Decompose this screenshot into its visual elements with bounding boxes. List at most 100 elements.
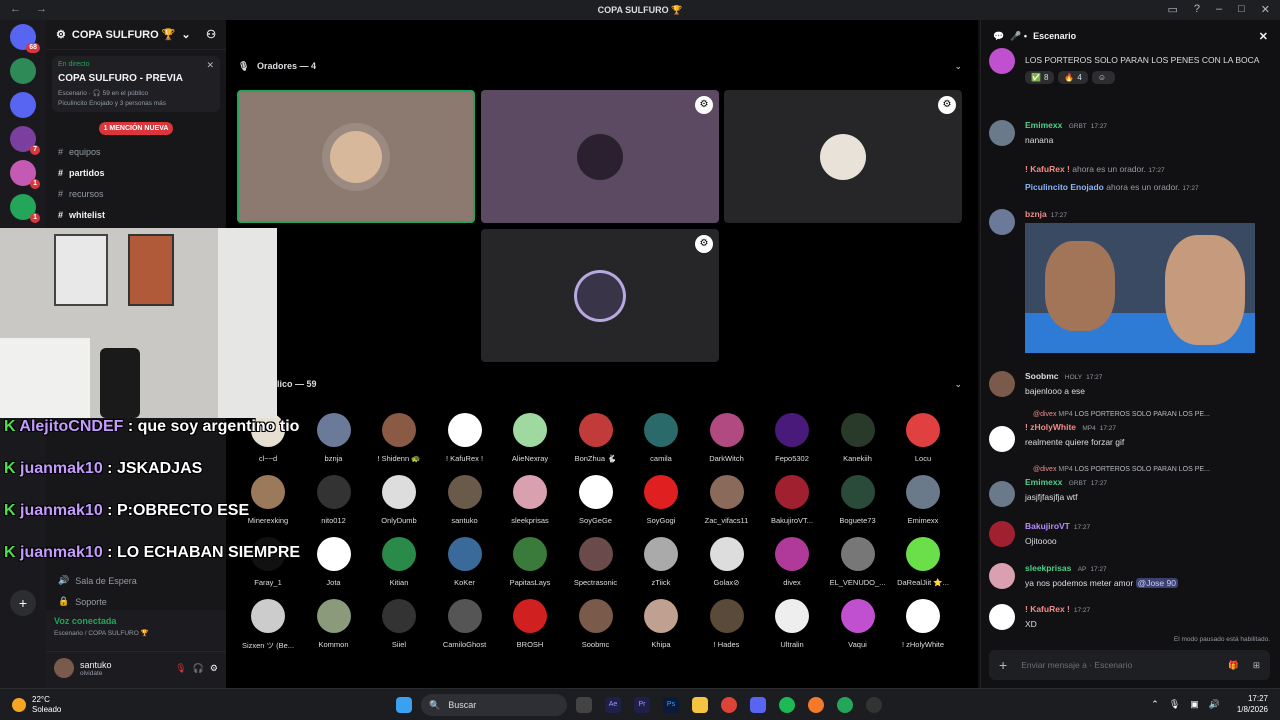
audience-member[interactable]: Kommon [302, 599, 366, 649]
close-icon[interactable]: ✕ [206, 60, 214, 71]
speaker-tile[interactable]: ⚙ [724, 90, 962, 223]
speaker-tile[interactable]: ⚙ [481, 90, 719, 223]
minimize-icon[interactable]: – [1216, 3, 1222, 16]
current-user[interactable]: santuko olvidate 🎙 🎧 ⚙ [46, 652, 226, 684]
audience-member[interactable]: Zac_vifacs11 [695, 475, 759, 525]
headphones-icon[interactable]: 🎧 [193, 663, 204, 674]
add-server-icon[interactable]: + [10, 590, 36, 616]
audience-member[interactable]: ! KafuRex ! [433, 413, 497, 463]
audience-member[interactable]: ! zHolyWhite [891, 599, 955, 649]
audience-member[interactable]: DarkWitch [695, 413, 759, 463]
audience-member[interactable]: PapitasLays [498, 537, 562, 587]
audience-member[interactable]: zTiick [629, 537, 693, 587]
channel-item[interactable]: # whitelist [46, 204, 226, 225]
audience-member[interactable]: Kitian [367, 537, 431, 587]
message-input[interactable]: + Enviar mensaje a · Escenario 🎁 ⊞ [989, 650, 1270, 680]
reaction-chip[interactable]: ☺ [1091, 71, 1116, 84]
audience-member[interactable]: Boguete73 [826, 475, 890, 525]
windows-start-icon[interactable] [396, 697, 412, 713]
taskbar-search[interactable]: 🔍 Buscar [421, 694, 567, 716]
network-icon[interactable]: ▣ [1190, 699, 1199, 710]
username[interactable]: Emimexx [1025, 120, 1062, 130]
audience-member[interactable]: DaRealJiit ⭐... [891, 537, 955, 587]
channel-support[interactable]: 🔒 Soporte [46, 591, 226, 612]
audience-member[interactable]: Soobmc [564, 599, 628, 649]
audience-member[interactable]: Jota [302, 537, 366, 587]
audience-member[interactable]: Golax⊘ [695, 537, 759, 587]
live-event-card[interactable]: En directo ✕ COPA SULFURO - PREVIA Escen… [52, 56, 220, 112]
file-explorer-icon[interactable] [692, 697, 708, 713]
audience-member[interactable]: Vaqui [826, 599, 890, 649]
reaction-chip[interactable]: ✅ 8 [1025, 71, 1055, 84]
obs-icon[interactable] [866, 697, 882, 713]
audience-member[interactable]: Kanekiih [826, 413, 890, 463]
chrome-icon[interactable] [721, 697, 737, 713]
audience-member[interactable]: Spectrasonic [564, 537, 628, 587]
premiere-icon[interactable]: Pr [634, 697, 650, 713]
discord-icon[interactable] [750, 697, 766, 713]
audience-member[interactable]: Locu [891, 413, 955, 463]
reaction-chip[interactable]: 🔥 4 [1058, 71, 1088, 84]
reply-reference[interactable]: @divex MP4 LOS PORTEROS SOLO PARAN LOS P… [1033, 411, 1270, 418]
mic-icon[interactable]: 🎙 [1169, 699, 1180, 710]
audience-member[interactable]: Sizxen ツ (Be... [236, 599, 300, 651]
username[interactable]: Emimexx [1025, 477, 1062, 487]
username[interactable]: BakujiroVT [1025, 521, 1070, 531]
server-icon[interactable]: 1 [10, 160, 40, 189]
speaker-tile[interactable] [237, 90, 475, 223]
channel-item[interactable]: # recursos [46, 183, 226, 204]
audience-member[interactable]: Fepo5302 [760, 413, 824, 463]
weather-widget[interactable]: 22°C Soleado [12, 695, 61, 715]
audience-member[interactable]: EL_VENUDO_... [826, 537, 890, 587]
plus-icon[interactable]: + [999, 657, 1007, 673]
inbox-icon[interactable]: ▭ [1167, 3, 1177, 16]
username[interactable]: Soobmc [1025, 371, 1059, 381]
username[interactable]: sleekprisas [1025, 563, 1071, 573]
server-icon[interactable]: 1 [10, 194, 40, 223]
maximize-icon[interactable]: □ [1238, 3, 1245, 16]
audience-member[interactable]: Ultralin [760, 599, 824, 649]
add-member-icon[interactable]: ⚇ [206, 28, 216, 41]
new-mention-pill[interactable]: 1 MENCIÓN NUEVA [99, 122, 173, 135]
audience-member[interactable]: divex [760, 537, 824, 587]
audience-member[interactable]: SoyGogi [629, 475, 693, 525]
close-window-icon[interactable]: ✕ [1261, 3, 1270, 16]
speaker-tile[interactable]: ⚙ [481, 229, 719, 362]
voice-status[interactable]: Voz conectada Escenario / COPA SULFURO 🏆 [46, 610, 226, 652]
gif-image[interactable] [1025, 223, 1255, 353]
audience-member[interactable]: nito012 [302, 475, 366, 525]
mic-icon[interactable]: 🎙 [175, 663, 186, 674]
chevron-down-icon[interactable]: ⌄ [954, 61, 962, 72]
audience-member[interactable]: KoKer [433, 537, 497, 587]
audience-member[interactable]: bznja [302, 413, 366, 463]
audience-member[interactable]: OnlyDumb [367, 475, 431, 525]
username[interactable]: bznja [1025, 209, 1047, 219]
xbox-icon[interactable] [837, 697, 853, 713]
server-icon[interactable] [10, 58, 36, 84]
chevron-up-icon[interactable]: ⌃ [1151, 699, 1159, 710]
after-effects-icon[interactable]: Ae [605, 697, 621, 713]
audience-member[interactable]: santuko [433, 475, 497, 525]
username[interactable]: ! zHolyWhite [1025, 422, 1076, 432]
server-icon[interactable] [10, 92, 36, 118]
gift-icon[interactable]: 🎁 [1228, 660, 1239, 671]
audience-member[interactable]: ! Shidenn 🐢 [367, 413, 431, 463]
gear-icon[interactable]: ⚙ [210, 663, 218, 674]
volume-icon[interactable]: 🔊 [1209, 699, 1220, 710]
audience-member[interactable]: BROSH [498, 599, 562, 649]
spotify-icon[interactable] [779, 697, 795, 713]
audience-member[interactable]: Siiel [367, 599, 431, 649]
audience-member[interactable]: AlieNexray [498, 413, 562, 463]
username[interactable]: ! KafuRex ! [1025, 164, 1070, 174]
help-icon[interactable]: ? [1194, 3, 1200, 16]
server-header[interactable]: ⚙ COPA SULFURO 🏆 ⌄ ⚇ [46, 20, 226, 50]
reply-reference[interactable]: @divex MP4 LOS PORTEROS SOLO PARAN LOS P… [1033, 466, 1270, 473]
blender-icon[interactable] [808, 697, 824, 713]
mention[interactable]: @Jose 90 [1135, 578, 1178, 588]
apps-icon[interactable]: ⊞ [1253, 660, 1260, 671]
audience-member[interactable]: BakujiroVT... [760, 475, 824, 525]
channel-waiting-room[interactable]: 🔊 Sala de Espera [46, 570, 226, 591]
audience-member[interactable]: camila [629, 413, 693, 463]
audience-member[interactable]: CamiloGhost [433, 599, 497, 649]
server-icon[interactable]: 68 [10, 24, 40, 53]
